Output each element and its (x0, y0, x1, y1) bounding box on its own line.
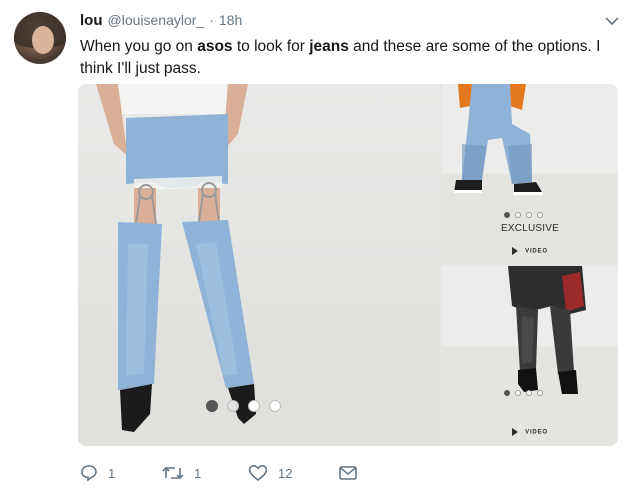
exclusive-badge: EXCLUSIVE (501, 223, 559, 234)
media-image-bottom-right[interactable]: VIDEO (442, 266, 618, 446)
display-name[interactable]: lou (80, 12, 103, 29)
separator-dot: · (209, 12, 214, 28)
bottom-tile-dots (504, 390, 543, 396)
media-image-top-right[interactable]: EXCLUSIVE VIDEO (442, 84, 618, 264)
retweet-count: 1 (194, 465, 202, 481)
reply-icon (81, 465, 97, 482)
carousel-dot (526, 212, 532, 218)
carousel-dot (515, 212, 521, 218)
retweet-button[interactable]: 1 (162, 464, 201, 482)
avatar[interactable] (14, 12, 66, 64)
video-label-text: VIDEO (525, 429, 548, 436)
avatar-face (32, 26, 54, 54)
direct-message-icon (339, 466, 357, 480)
carousel-dot (537, 212, 543, 218)
media-grid[interactable]: EXCLUSIVE VIDEO VIDEO (78, 84, 618, 446)
retweet-icon (162, 466, 184, 480)
carousel-dot (504, 212, 510, 218)
tweet-text-bold: jeans (309, 38, 349, 55)
carousel-dot (537, 390, 543, 396)
carousel-dot (504, 390, 510, 396)
carousel-dot (206, 400, 218, 412)
video-label-text: VIDEO (525, 248, 548, 255)
top-tile-dots (504, 212, 543, 218)
user-handle[interactable]: @louisenaylor_ (108, 12, 205, 28)
carousel-dot (227, 400, 239, 412)
direct-message-button[interactable] (338, 465, 358, 481)
top-photo-illustration (442, 84, 618, 264)
carousel-dot (526, 390, 532, 396)
media-image-main[interactable] (78, 84, 440, 446)
carousel-dot (515, 390, 521, 396)
tweet-timestamp[interactable]: 18h (219, 12, 242, 28)
play-icon (512, 247, 519, 255)
reply-button[interactable]: 1 (80, 464, 115, 482)
tweet-text-part: When you go on (80, 38, 198, 55)
tweet-header: lou @louisenaylor_ · 18h (80, 12, 242, 32)
carousel-dot (248, 400, 260, 412)
chevron-down-icon[interactable] (604, 14, 620, 28)
like-button[interactable]: 12 (248, 464, 292, 482)
reply-count: 1 (108, 465, 116, 481)
like-count: 12 (278, 465, 293, 481)
main-carousel-dots (206, 400, 281, 412)
tweet-text: When you go on asos to look for jeans an… (80, 36, 610, 80)
bottom-photo-illustration (442, 266, 618, 446)
tweet-text-bold: asos (197, 38, 233, 55)
tweet-card[interactable]: lou @louisenaylor_ · 18h When you go on … (0, 0, 634, 490)
like-icon (248, 464, 268, 481)
carousel-dot (269, 400, 281, 412)
main-photo-illustration (78, 84, 440, 446)
tweet-text-part: to look for (232, 38, 310, 55)
video-label[interactable]: VIDEO (442, 428, 618, 436)
video-label[interactable]: VIDEO (442, 247, 618, 255)
play-icon (512, 428, 519, 436)
